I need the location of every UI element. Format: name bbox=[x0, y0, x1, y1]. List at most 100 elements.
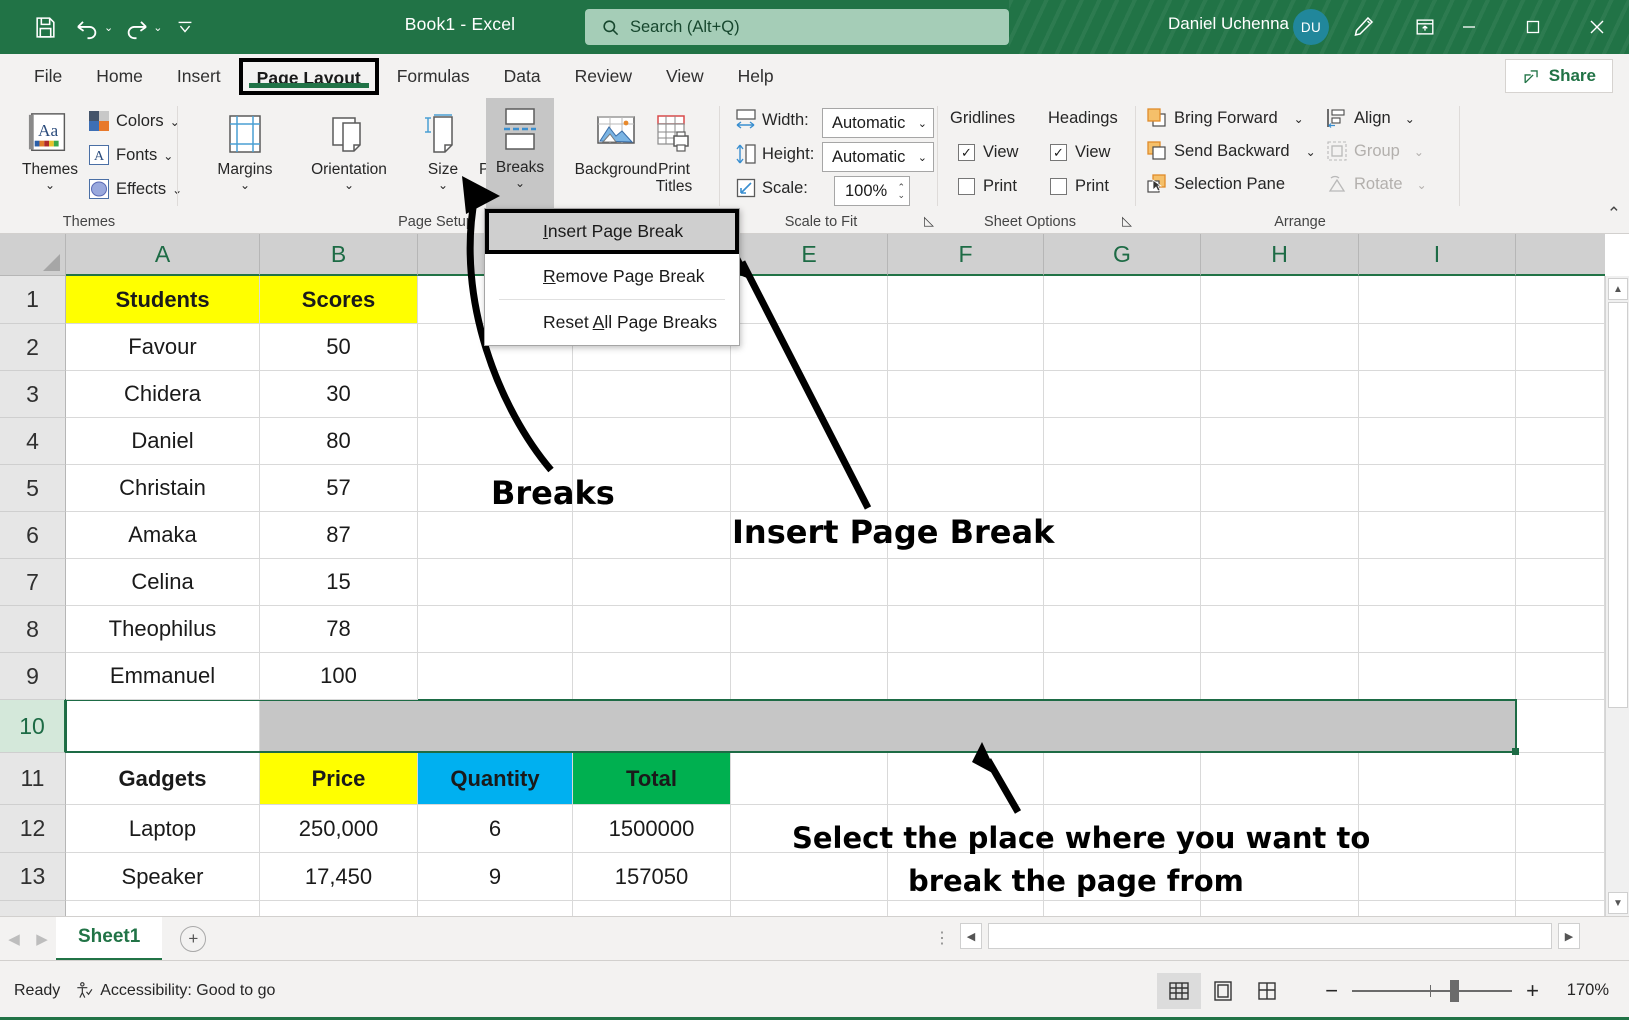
tab-insert[interactable]: Insert bbox=[161, 60, 237, 93]
cell-a13[interactable]: Speaker bbox=[66, 853, 260, 901]
share-button[interactable]: Share bbox=[1505, 59, 1613, 93]
cell-h6[interactable] bbox=[1201, 512, 1359, 559]
cell-f1[interactable] bbox=[888, 276, 1044, 324]
cell-g7[interactable] bbox=[1044, 559, 1201, 606]
sheet-tab-sheet1[interactable]: Sheet1 bbox=[56, 917, 162, 961]
save-icon[interactable] bbox=[26, 10, 64, 44]
cell-undefined1[interactable] bbox=[1516, 276, 1605, 324]
row-header-2[interactable]: 2 bbox=[0, 324, 66, 371]
cell-i7[interactable] bbox=[1359, 559, 1516, 606]
cell-a14[interactable]: M bbox=[66, 901, 260, 916]
cell-a5[interactable]: Christain bbox=[66, 465, 260, 512]
cell-undefined2[interactable] bbox=[1516, 324, 1605, 371]
column-header-a[interactable]: A bbox=[66, 234, 260, 276]
cell-g1[interactable] bbox=[1044, 276, 1201, 324]
vertical-scrollbar[interactable]: ▲ ▼ bbox=[1605, 276, 1629, 916]
cell-h2[interactable] bbox=[1201, 324, 1359, 371]
row-header-7[interactable]: 7 bbox=[0, 559, 66, 606]
breaks-chevron-down-icon[interactable]: ⌄ bbox=[515, 178, 525, 188]
orientation-button[interactable]: Orientation ⌄ bbox=[290, 106, 408, 190]
cell-d6[interactable] bbox=[573, 512, 731, 559]
effects-button[interactable]: Effects ⌄ bbox=[88, 178, 182, 200]
cell-f3[interactable] bbox=[888, 371, 1044, 418]
pen-draw-icon[interactable] bbox=[1345, 9, 1381, 45]
cell-b7[interactable]: 15 bbox=[260, 559, 418, 606]
cell-h14[interactable] bbox=[1201, 901, 1359, 916]
cell-h9[interactable] bbox=[1201, 653, 1359, 700]
zoom-level-label[interactable]: 170% bbox=[1553, 981, 1609, 1000]
maximize-button[interactable] bbox=[1501, 0, 1565, 54]
cell-f5[interactable] bbox=[888, 465, 1044, 512]
cell-e5[interactable] bbox=[731, 465, 888, 512]
tab-view[interactable]: View bbox=[650, 60, 720, 93]
tab-help[interactable]: Help bbox=[722, 60, 790, 93]
cell-f8[interactable] bbox=[888, 606, 1044, 653]
cell-f9[interactable] bbox=[888, 653, 1044, 700]
sheet-options-dialog-launcher[interactable]: ◺ bbox=[1122, 213, 1138, 229]
cell-i6[interactable] bbox=[1359, 512, 1516, 559]
cell-a9[interactable]: Emmanuel bbox=[66, 653, 260, 700]
cell-b3[interactable]: 30 bbox=[260, 371, 418, 418]
cell-undefined13[interactable] bbox=[1516, 853, 1605, 901]
cell-i2[interactable] bbox=[1359, 324, 1516, 371]
cell-e3[interactable] bbox=[731, 371, 888, 418]
cell-d13[interactable]: 157050 bbox=[573, 853, 731, 901]
column-header-e[interactable]: E bbox=[731, 234, 888, 276]
tab-page-layout[interactable]: Page Layout bbox=[239, 58, 379, 95]
cell-h5[interactable] bbox=[1201, 465, 1359, 512]
margins-button[interactable]: Margins ⌄ bbox=[200, 106, 290, 190]
send-backward-button[interactable]: Send Backward ⌄ bbox=[1146, 140, 1316, 162]
cell-c14[interactable]: 12 bbox=[418, 901, 573, 916]
column-header-h[interactable]: H bbox=[1201, 234, 1359, 276]
scale-stepper[interactable]: ⌃⌄ bbox=[897, 183, 905, 199]
cell-h1[interactable] bbox=[1201, 276, 1359, 324]
row-header-13[interactable]: 13 bbox=[0, 853, 66, 901]
tab-file[interactable]: File bbox=[18, 60, 78, 93]
cell-h4[interactable] bbox=[1201, 418, 1359, 465]
scale-to-fit-dialog-launcher[interactable]: ◺ bbox=[924, 213, 940, 229]
search-input[interactable]: Search (Alt+Q) bbox=[585, 9, 1009, 45]
colors-button[interactable]: Colors ⌄ bbox=[88, 110, 180, 132]
cell-a6[interactable]: Amaka bbox=[66, 512, 260, 559]
cell-g2[interactable] bbox=[1044, 324, 1201, 371]
cell-i12[interactable] bbox=[1359, 805, 1516, 853]
cell-g14[interactable] bbox=[1044, 901, 1201, 916]
menu-item-reset-all-page-breaks[interactable]: Reset All Page Breaks bbox=[485, 300, 739, 345]
cell-f14[interactable] bbox=[888, 901, 1044, 916]
row-header-4[interactable]: 4 bbox=[0, 418, 66, 465]
zoom-slider-thumb[interactable] bbox=[1450, 980, 1459, 1002]
cell-a3[interactable]: Chidera bbox=[66, 371, 260, 418]
cell-c8[interactable] bbox=[418, 606, 573, 653]
gridlines-view-checkbox[interactable]: ✓ View bbox=[958, 143, 1018, 162]
customize-qat-icon[interactable] bbox=[166, 10, 204, 44]
cell-g8[interactable] bbox=[1044, 606, 1201, 653]
themes-chevron-down-icon[interactable]: ⌄ bbox=[45, 180, 55, 190]
colors-chevron-down-icon[interactable]: ⌄ bbox=[170, 117, 180, 127]
cell-g9[interactable] bbox=[1044, 653, 1201, 700]
vertical-scroll-thumb[interactable] bbox=[1608, 302, 1628, 708]
cell-b8[interactable]: 78 bbox=[260, 606, 418, 653]
cell-f11[interactable] bbox=[888, 753, 1044, 805]
cell-i4[interactable] bbox=[1359, 418, 1516, 465]
zoom-slider[interactable] bbox=[1352, 990, 1512, 992]
cell-undefined9[interactable] bbox=[1516, 653, 1605, 700]
gridlines-print-checkbox[interactable]: Print bbox=[958, 177, 1017, 196]
cell-b14[interactable]: 5,500 bbox=[260, 901, 418, 916]
cell-undefined6[interactable] bbox=[1516, 512, 1605, 559]
cell-c4[interactable] bbox=[418, 418, 573, 465]
cell-b5[interactable]: 57 bbox=[260, 465, 418, 512]
cell-b6[interactable]: 87 bbox=[260, 512, 418, 559]
cell-a8[interactable]: Theophilus bbox=[66, 606, 260, 653]
cell-i3[interactable] bbox=[1359, 371, 1516, 418]
cell-b13[interactable]: 17,450 bbox=[260, 853, 418, 901]
row-header-6[interactable]: 6 bbox=[0, 512, 66, 559]
sheet-tab-split-handle[interactable]: ⋮ bbox=[934, 928, 950, 948]
margins-chevron-down-icon[interactable]: ⌄ bbox=[240, 180, 250, 190]
cell-c6[interactable] bbox=[418, 512, 573, 559]
cell-a12[interactable]: Laptop bbox=[66, 805, 260, 853]
row-header-5[interactable]: 5 bbox=[0, 465, 66, 512]
print-titles-button[interactable]: Print Titles bbox=[636, 106, 712, 195]
scroll-down-button[interactable]: ▼ bbox=[1608, 892, 1628, 914]
cell-h11[interactable] bbox=[1201, 753, 1359, 805]
cell-f7[interactable] bbox=[888, 559, 1044, 606]
